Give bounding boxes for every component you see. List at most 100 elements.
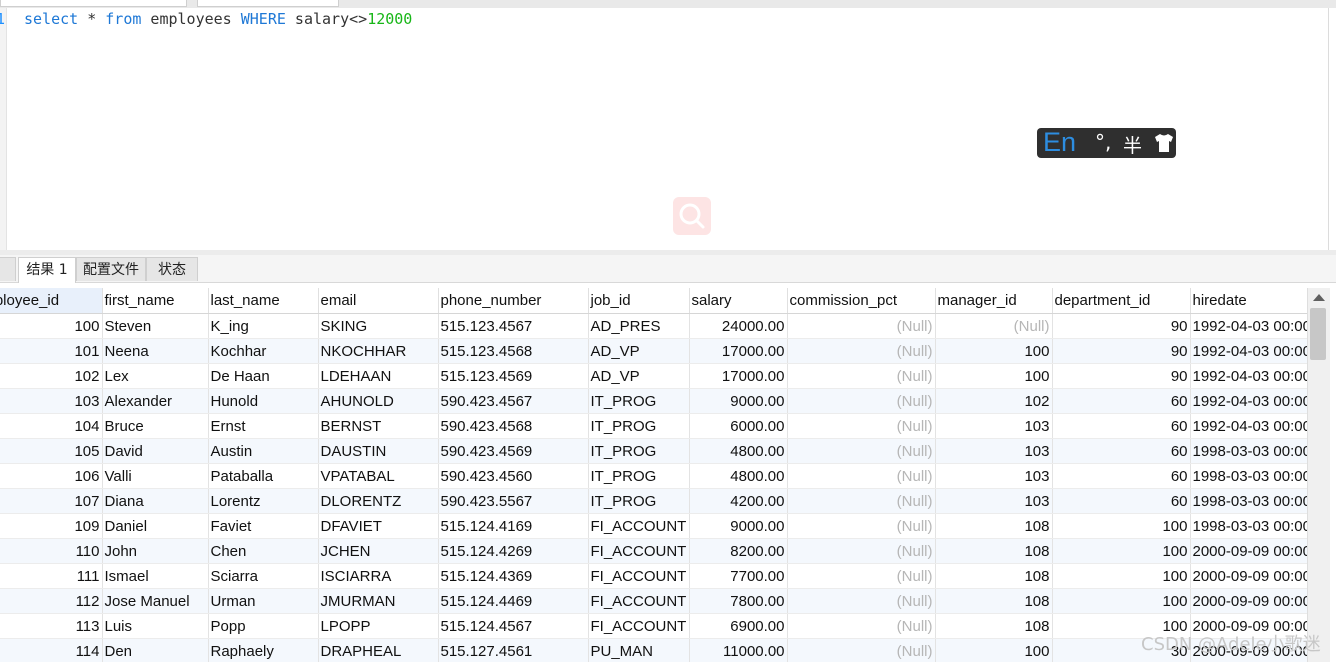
cell-salary[interactable]: 9000.00 (689, 513, 788, 539)
cell-employee-id[interactable]: 107 (0, 488, 103, 514)
cell-job-id[interactable]: IT_PROG (588, 488, 690, 514)
cell-department-id[interactable]: 90 (1052, 338, 1191, 364)
cell-commission-pct[interactable]: (Null) (787, 313, 936, 339)
cell-department-id[interactable]: 90 (1052, 363, 1191, 389)
cell-hiredate[interactable]: 1992-04-03 00:00:00 (1190, 313, 1307, 339)
column-header-hiredate[interactable]: hiredate (1190, 288, 1307, 314)
cell-hiredate[interactable]: 1998-03-03 00:00:00 (1190, 438, 1307, 464)
table-row[interactable]: 114 Den Raphaely DRAPHEAL 515.127.4561 PU_MAN… (0, 638, 1307, 662)
cell-hiredate[interactable]: 1998-03-03 00:00:00 (1190, 513, 1307, 539)
result-grid[interactable]: employee_idfirst_namelast_nameemailphone… (0, 288, 1307, 662)
cell-manager-id[interactable]: 100 (935, 638, 1053, 662)
cell-salary[interactable]: 8200.00 (689, 538, 788, 564)
search-button[interactable] (673, 197, 711, 235)
cell-commission-pct[interactable]: (Null) (787, 638, 936, 662)
cell-job-id[interactable]: IT_PROG (588, 438, 690, 464)
cell-salary[interactable]: 4200.00 (689, 488, 788, 514)
cell-first-name[interactable]: John (102, 538, 209, 564)
table-row[interactable]: 105 David Austin DAUSTIN 590.423.4569 IT_PROG… (0, 438, 1307, 464)
cell-email[interactable]: DRAPHEAL (318, 638, 439, 662)
cell-salary[interactable]: 7700.00 (689, 563, 788, 589)
cell-email[interactable]: DFAVIET (318, 513, 439, 539)
cell-email[interactable]: JCHEN (318, 538, 439, 564)
vertical-scrollbar[interactable] (1307, 288, 1330, 662)
cell-phone-number[interactable]: 515.124.4369 (438, 563, 589, 589)
table-row[interactable]: 113 Luis Popp LPOPP 515.124.4567 FI_ACCOUNT 69… (0, 613, 1307, 639)
scroll-thumb[interactable] (1310, 308, 1326, 360)
table-row[interactable]: 106 Valli Pataballa VPATABAL 590.423.4560 IT_… (0, 463, 1307, 489)
cell-employee-id[interactable]: 109 (0, 513, 103, 539)
table-row[interactable]: 111 Ismael Sciarra ISCIARRA 515.124.4369 FI_A… (0, 563, 1307, 589)
cell-job-id[interactable]: IT_PROG (588, 413, 690, 439)
ime-status-bar[interactable]: En °, 半 (1037, 127, 1176, 158)
cell-department-id[interactable]: 100 (1052, 513, 1191, 539)
cell-job-id[interactable]: FI_ACCOUNT (588, 538, 690, 564)
cell-salary[interactable]: 24000.00 (689, 313, 788, 339)
cell-department-id[interactable]: 60 (1052, 388, 1191, 414)
cell-phone-number[interactable]: 515.123.4569 (438, 363, 589, 389)
cell-job-id[interactable]: FI_ACCOUNT (588, 513, 690, 539)
table-row[interactable]: 103 Alexander Hunold AHUNOLD 590.423.4567 IT_… (0, 388, 1307, 414)
cell-salary[interactable]: 7800.00 (689, 588, 788, 614)
ime-skin-icon[interactable] (1153, 132, 1175, 154)
cell-hiredate[interactable]: 1992-04-03 00:00:00 (1190, 338, 1307, 364)
cell-job-id[interactable]: AD_VP (588, 363, 690, 389)
table-row[interactable]: 102 Lex De Haan LDEHAAN 515.123.4569 AD_VP 170… (0, 363, 1307, 389)
cell-last-name[interactable]: Austin (208, 438, 319, 464)
cell-first-name[interactable]: Diana (102, 488, 209, 514)
cell-first-name[interactable]: Bruce (102, 413, 209, 439)
cell-commission-pct[interactable]: (Null) (787, 513, 936, 539)
cell-employee-id[interactable]: 114 (0, 638, 103, 662)
cell-employee-id[interactable]: 100 (0, 313, 103, 339)
cell-hiredate[interactable]: 2000-09-09 00:00:00 (1190, 588, 1307, 614)
cell-hiredate[interactable]: 1992-04-03 00:00:00 (1190, 388, 1307, 414)
cell-first-name[interactable]: Lex (102, 363, 209, 389)
cell-employee-id[interactable]: 110 (0, 538, 103, 564)
cell-email[interactable]: VPATABAL (318, 463, 439, 489)
cell-commission-pct[interactable]: (Null) (787, 463, 936, 489)
cell-phone-number[interactable]: 590.423.5567 (438, 488, 589, 514)
cell-manager-id[interactable]: 108 (935, 538, 1053, 564)
cell-manager-id[interactable]: 102 (935, 388, 1053, 414)
cell-employee-id[interactable]: 103 (0, 388, 103, 414)
cell-last-name[interactable]: Popp (208, 613, 319, 639)
cell-employee-id[interactable]: 105 (0, 438, 103, 464)
cell-commission-pct[interactable]: (Null) (787, 563, 936, 589)
cell-employee-id[interactable]: 104 (0, 413, 103, 439)
cell-salary[interactable]: 17000.00 (689, 363, 788, 389)
cell-manager-id[interactable]: 100 (935, 338, 1053, 364)
cell-email[interactable]: NKOCHHAR (318, 338, 439, 364)
cell-first-name[interactable]: Luis (102, 613, 209, 639)
cell-phone-number[interactable]: 515.124.4469 (438, 588, 589, 614)
tab-result-1[interactable]: 结果 1 (18, 257, 76, 283)
tab-status[interactable]: 状态 (146, 257, 198, 281)
cell-first-name[interactable]: Steven (102, 313, 209, 339)
cell-email[interactable]: ISCIARRA (318, 563, 439, 589)
cell-phone-number[interactable]: 515.124.4169 (438, 513, 589, 539)
cell-first-name[interactable]: Den (102, 638, 209, 662)
cell-department-id[interactable]: 100 (1052, 563, 1191, 589)
cell-salary[interactable]: 11000.00 (689, 638, 788, 662)
cell-email[interactable]: SKING (318, 313, 439, 339)
cell-hiredate[interactable]: 1998-03-03 00:00:00 (1190, 488, 1307, 514)
cell-job-id[interactable]: FI_ACCOUNT (588, 613, 690, 639)
cell-department-id[interactable]: 90 (1052, 313, 1191, 339)
table-row[interactable]: 100 Steven K_ing SKING 515.123.4567 AD_PRES 24… (0, 313, 1307, 339)
cell-first-name[interactable]: Valli (102, 463, 209, 489)
cell-email[interactable]: JMURMAN (318, 588, 439, 614)
cell-salary[interactable]: 6000.00 (689, 413, 788, 439)
cell-last-name[interactable]: Raphaely (208, 638, 319, 662)
cell-phone-number[interactable]: 590.423.4568 (438, 413, 589, 439)
cell-last-name[interactable]: K_ing (208, 313, 319, 339)
cell-phone-number[interactable]: 590.423.4567 (438, 388, 589, 414)
column-header-last-name[interactable]: last_name (208, 288, 319, 314)
cell-manager-id[interactable]: 103 (935, 413, 1053, 439)
cell-last-name[interactable]: Chen (208, 538, 319, 564)
cell-manager-id[interactable]: 108 (935, 563, 1053, 589)
cell-email[interactable]: LDEHAAN (318, 363, 439, 389)
table-row[interactable]: 110 John Chen JCHEN 515.124.4269 FI_ACCOUNT 82… (0, 538, 1307, 564)
tab-info-partial[interactable] (0, 257, 16, 281)
cell-manager-id[interactable]: 103 (935, 488, 1053, 514)
cell-first-name[interactable]: Jose Manuel (102, 588, 209, 614)
cell-phone-number[interactable]: 590.423.4569 (438, 438, 589, 464)
